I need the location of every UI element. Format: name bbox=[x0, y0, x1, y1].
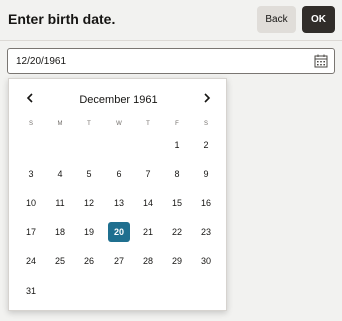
weekday-header: W bbox=[116, 121, 122, 127]
ok-button[interactable]: OK bbox=[302, 6, 335, 33]
weekday-header: M bbox=[57, 121, 63, 127]
day-cell[interactable]: 16 bbox=[195, 193, 217, 213]
day-cell[interactable]: 30 bbox=[195, 251, 217, 271]
weekday-header: F bbox=[175, 121, 179, 127]
day-cell[interactable]: 4 bbox=[49, 164, 71, 184]
day-cell[interactable]: 7 bbox=[137, 164, 159, 184]
day-cell-selected[interactable]: 20 bbox=[108, 222, 130, 242]
day-cell[interactable]: 11 bbox=[49, 193, 71, 213]
day-cell[interactable]: 18 bbox=[49, 222, 71, 242]
weekday-header: T bbox=[146, 121, 150, 127]
day-cell[interactable]: 28 bbox=[137, 251, 159, 271]
page-title: Enter birth date. bbox=[8, 11, 116, 27]
day-cell[interactable]: 31 bbox=[20, 281, 42, 301]
day-cell[interactable]: 22 bbox=[166, 222, 188, 242]
day-cell[interactable]: 8 bbox=[166, 164, 188, 184]
month-label[interactable]: December 1961 bbox=[9, 94, 228, 106]
day-cell[interactable]: 1 bbox=[166, 135, 188, 155]
day-cell[interactable]: 5 bbox=[78, 164, 100, 184]
day-cell[interactable]: 24 bbox=[20, 251, 42, 271]
day-cell[interactable]: 13 bbox=[108, 193, 130, 213]
header-divider bbox=[0, 40, 342, 41]
weekday-header: S bbox=[28, 121, 33, 127]
day-cell[interactable]: 14 bbox=[137, 193, 159, 213]
day-cell[interactable]: 27 bbox=[108, 251, 130, 271]
day-cell[interactable]: 12 bbox=[78, 193, 100, 213]
day-cell[interactable]: 10 bbox=[20, 193, 42, 213]
date-picker-popup: December 1961 S M T W T F S 1 2 3 4 5 6 7 8 9 10 11 12 13 14… bbox=[8, 78, 227, 311]
day-cell[interactable]: 23 bbox=[195, 222, 217, 242]
day-cell[interactable]: 3 bbox=[20, 164, 42, 184]
day-cell[interactable]: 26 bbox=[78, 251, 100, 271]
day-cell[interactable]: 9 bbox=[195, 164, 217, 184]
day-cell[interactable]: 6 bbox=[108, 164, 130, 184]
calendar-icon[interactable] bbox=[313, 53, 329, 69]
birth-date-input[interactable]: 12/20/1961 bbox=[7, 48, 335, 74]
day-cell[interactable]: 2 bbox=[195, 135, 217, 155]
back-button[interactable]: Back bbox=[257, 6, 296, 33]
day-cell[interactable]: 21 bbox=[137, 222, 159, 242]
weekday-header: T bbox=[87, 121, 91, 127]
weekday-header: S bbox=[203, 121, 208, 127]
day-cell[interactable]: 19 bbox=[78, 222, 100, 242]
header-bar: Enter birth date. Back OK bbox=[0, 0, 342, 40]
day-cell[interactable]: 17 bbox=[20, 222, 42, 242]
chevron-right-icon[interactable] bbox=[200, 91, 214, 105]
day-cell[interactable]: 29 bbox=[166, 251, 188, 271]
birth-date-value[interactable]: 12/20/1961 bbox=[16, 56, 66, 67]
day-cell[interactable]: 15 bbox=[166, 193, 188, 213]
day-cell[interactable]: 25 bbox=[49, 251, 71, 271]
